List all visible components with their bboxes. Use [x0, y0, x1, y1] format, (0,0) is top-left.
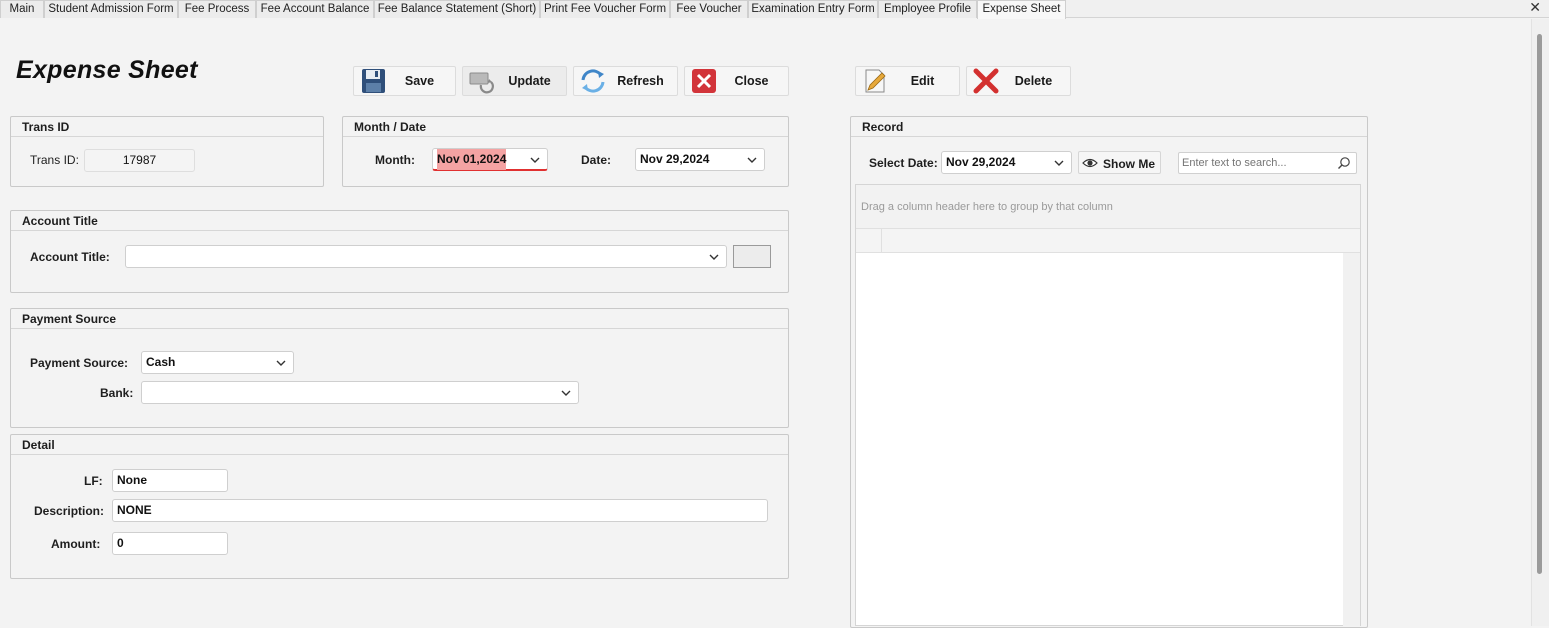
- update-button-label: Update: [508, 74, 551, 88]
- date-value: Nov 29,2024: [640, 152, 710, 166]
- select-date-label: Select Date:: [869, 156, 938, 170]
- bank-combo[interactable]: [141, 381, 579, 404]
- show-me-button[interactable]: Show Me: [1078, 151, 1161, 174]
- trans-id-label: Trans ID:: [30, 153, 79, 167]
- payment-source-value: Cash: [146, 355, 176, 369]
- edit-button[interactable]: Edit: [855, 66, 960, 96]
- refresh-button[interactable]: Refresh: [573, 66, 678, 96]
- account-title-side-button[interactable]: [733, 245, 771, 268]
- payment-source-combo[interactable]: Cash: [141, 351, 294, 374]
- lf-field[interactable]: None: [112, 469, 228, 492]
- chevron-down-icon[interactable]: [529, 154, 541, 166]
- delete-button-label: Delete: [1014, 74, 1053, 88]
- refresh-button-label: Refresh: [617, 74, 664, 88]
- amount-field[interactable]: 0: [112, 532, 228, 555]
- chevron-down-icon[interactable]: [1053, 157, 1065, 169]
- tab-strip: Main Student Admission Form Fee Process …: [0, 0, 1549, 19]
- search-icon[interactable]: [1337, 156, 1351, 170]
- tab-student-admission-form[interactable]: Student Admission Form: [44, 0, 178, 18]
- date-label: Date:: [581, 153, 612, 167]
- vertical-scrollbar-thumb[interactable]: [1537, 34, 1542, 574]
- account-title-combo[interactable]: [125, 245, 727, 268]
- close-tab-icon[interactable]: ✕: [1529, 0, 1541, 14]
- eye-icon: [1082, 158, 1098, 168]
- save-button[interactable]: Save: [353, 66, 456, 96]
- select-date-combo[interactable]: Nov 29,2024: [941, 151, 1072, 174]
- tab-print-fee-voucher-form[interactable]: Print Fee Voucher Form: [540, 0, 670, 18]
- description-label: Description:: [34, 504, 105, 518]
- month-date-group-title: Month / Date: [343, 117, 788, 137]
- grid-vertical-scrollbar[interactable]: [1343, 253, 1360, 626]
- record-group-title: Record: [851, 117, 1367, 137]
- chevron-down-icon[interactable]: [746, 154, 758, 166]
- tab-fee-account-balance[interactable]: Fee Account Balance: [256, 0, 374, 18]
- tab-fee-balance-statement[interactable]: Fee Balance Statement (Short): [374, 0, 540, 18]
- amount-label: Amount:: [51, 537, 101, 551]
- chevron-down-icon[interactable]: [560, 387, 572, 399]
- lf-label: LF:: [84, 474, 103, 488]
- account-title-label: Account Title:: [30, 250, 110, 264]
- save-button-label: Save: [404, 74, 435, 88]
- update-button[interactable]: Update: [462, 66, 567, 96]
- month-combo[interactable]: Nov 01,2024: [432, 148, 548, 171]
- trans-id-field[interactable]: 17987: [84, 149, 195, 172]
- payment-source-label: Payment Source:: [30, 356, 129, 370]
- tab-fee-voucher[interactable]: Fee Voucher: [670, 0, 748, 18]
- tab-main[interactable]: Main: [0, 0, 44, 18]
- trans-id-group-title: Trans ID: [11, 117, 323, 137]
- chevron-down-icon[interactable]: [708, 251, 720, 263]
- detail-group-title: Detail: [11, 435, 788, 455]
- grid-group-panel[interactable]: Drag a column header here to group by th…: [856, 185, 1360, 228]
- tab-expense-sheet[interactable]: Expense Sheet: [977, 0, 1066, 19]
- tab-employee-profile[interactable]: Employee Profile: [878, 0, 977, 18]
- payment-source-group-title: Payment Source: [11, 309, 788, 329]
- page-title: Expense Sheet: [16, 56, 198, 84]
- tab-fee-process[interactable]: Fee Process: [178, 0, 256, 18]
- grid-column-header[interactable]: [856, 228, 1360, 253]
- search-box: [1178, 152, 1357, 174]
- close-button[interactable]: Close: [684, 66, 789, 96]
- search-input[interactable]: [1180, 154, 1330, 172]
- month-label: Month:: [375, 153, 415, 167]
- bank-label: Bank:: [100, 386, 134, 400]
- select-date-value: Nov 29,2024: [946, 155, 1016, 169]
- delete-button[interactable]: Delete: [966, 66, 1071, 96]
- close-button-label: Close: [734, 74, 769, 88]
- edit-button-label: Edit: [910, 74, 935, 88]
- chevron-down-icon[interactable]: [275, 357, 287, 369]
- grid-row-indicator-header: [856, 228, 882, 253]
- month-value: Nov 01,2024: [437, 149, 507, 170]
- date-combo[interactable]: Nov 29,2024: [635, 148, 765, 171]
- tab-examination-entry-form[interactable]: Examination Entry Form: [748, 0, 878, 18]
- description-field[interactable]: NONE: [112, 499, 768, 522]
- account-title-group-title: Account Title: [11, 211, 788, 231]
- show-me-label: Show Me: [1103, 157, 1156, 171]
